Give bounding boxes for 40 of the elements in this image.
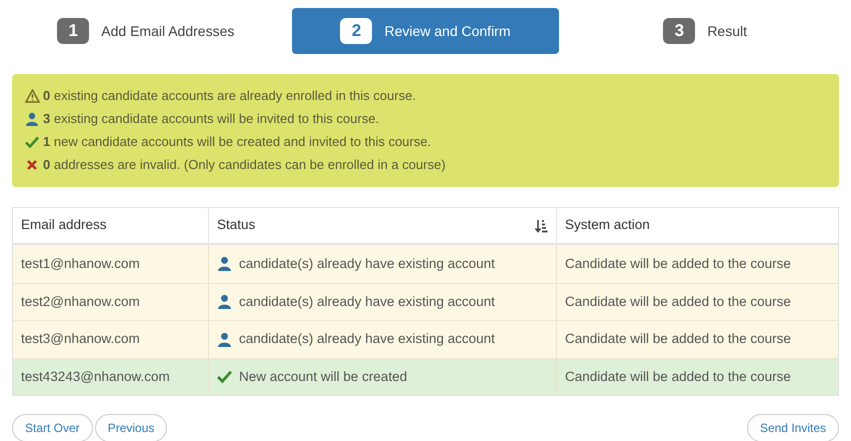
email-cell-text: test3@nhanow.com bbox=[21, 330, 140, 348]
check-icon bbox=[217, 369, 232, 384]
step-tab[interactable]: 1 Add Email Addresses bbox=[12, 8, 280, 54]
summary-line: 3 existing candidate accounts will be invited to this course. bbox=[43, 110, 380, 128]
nav-button[interactable]: Previous bbox=[94, 414, 168, 441]
summary-line: 0 existing candidate accounts are already enrolled in this course. bbox=[43, 87, 416, 106]
action-cell-text: Candidate will be added to the course bbox=[565, 330, 791, 348]
column-header: System action bbox=[565, 216, 650, 234]
column-header: Email address bbox=[21, 216, 107, 234]
email-cell-text: test1@nhanow.com bbox=[21, 254, 140, 273]
step-number: 2 bbox=[340, 18, 372, 44]
step-label: Add Email Addresses bbox=[101, 22, 234, 40]
user-icon bbox=[217, 256, 232, 272]
user-icon bbox=[217, 332, 232, 347]
summary-line: 0 addresses are invalid. (Only candidates can be enrolled in a course) bbox=[43, 156, 446, 174]
warning-icon bbox=[24, 89, 40, 103]
status-cell-text: candidate(s) already have existing account bbox=[239, 254, 495, 273]
email-cell-text: test2@nhanow.com bbox=[21, 292, 140, 311]
status-cell-text: candidate(s) already have existing account bbox=[239, 330, 495, 348]
step-number: 1 bbox=[57, 18, 90, 44]
cross-icon bbox=[26, 159, 38, 171]
step-label: Result bbox=[707, 22, 747, 40]
action-cell-text: Candidate will be added to the course bbox=[565, 368, 791, 386]
send-invites-button[interactable]: Send Invites bbox=[746, 414, 839, 441]
user-icon bbox=[217, 294, 232, 310]
nav-button[interactable]: Start Over bbox=[12, 414, 93, 441]
check-icon bbox=[25, 135, 39, 149]
action-cell-text: Candidate will be added to the course bbox=[565, 292, 791, 311]
step-tab[interactable]: 3 Result bbox=[571, 8, 839, 54]
step-number: 3 bbox=[663, 18, 696, 44]
summary-line: 1 new candidate accounts will be created and invited to this course. bbox=[43, 133, 432, 152]
sort-icon[interactable] bbox=[535, 218, 548, 232]
status-cell-text: New account will be created bbox=[239, 368, 408, 386]
user-icon bbox=[25, 112, 39, 126]
step-label: Review and Confirm bbox=[384, 22, 511, 40]
step-tab[interactable]: 2 Review and Confirm bbox=[292, 8, 560, 54]
email-cell-text: test43243@nhanow.com bbox=[21, 368, 170, 386]
column-header[interactable]: Status bbox=[217, 215, 256, 236]
status-cell-text: candidate(s) already have existing account bbox=[239, 292, 495, 311]
action-cell-text: Candidate will be added to the course bbox=[565, 254, 791, 273]
